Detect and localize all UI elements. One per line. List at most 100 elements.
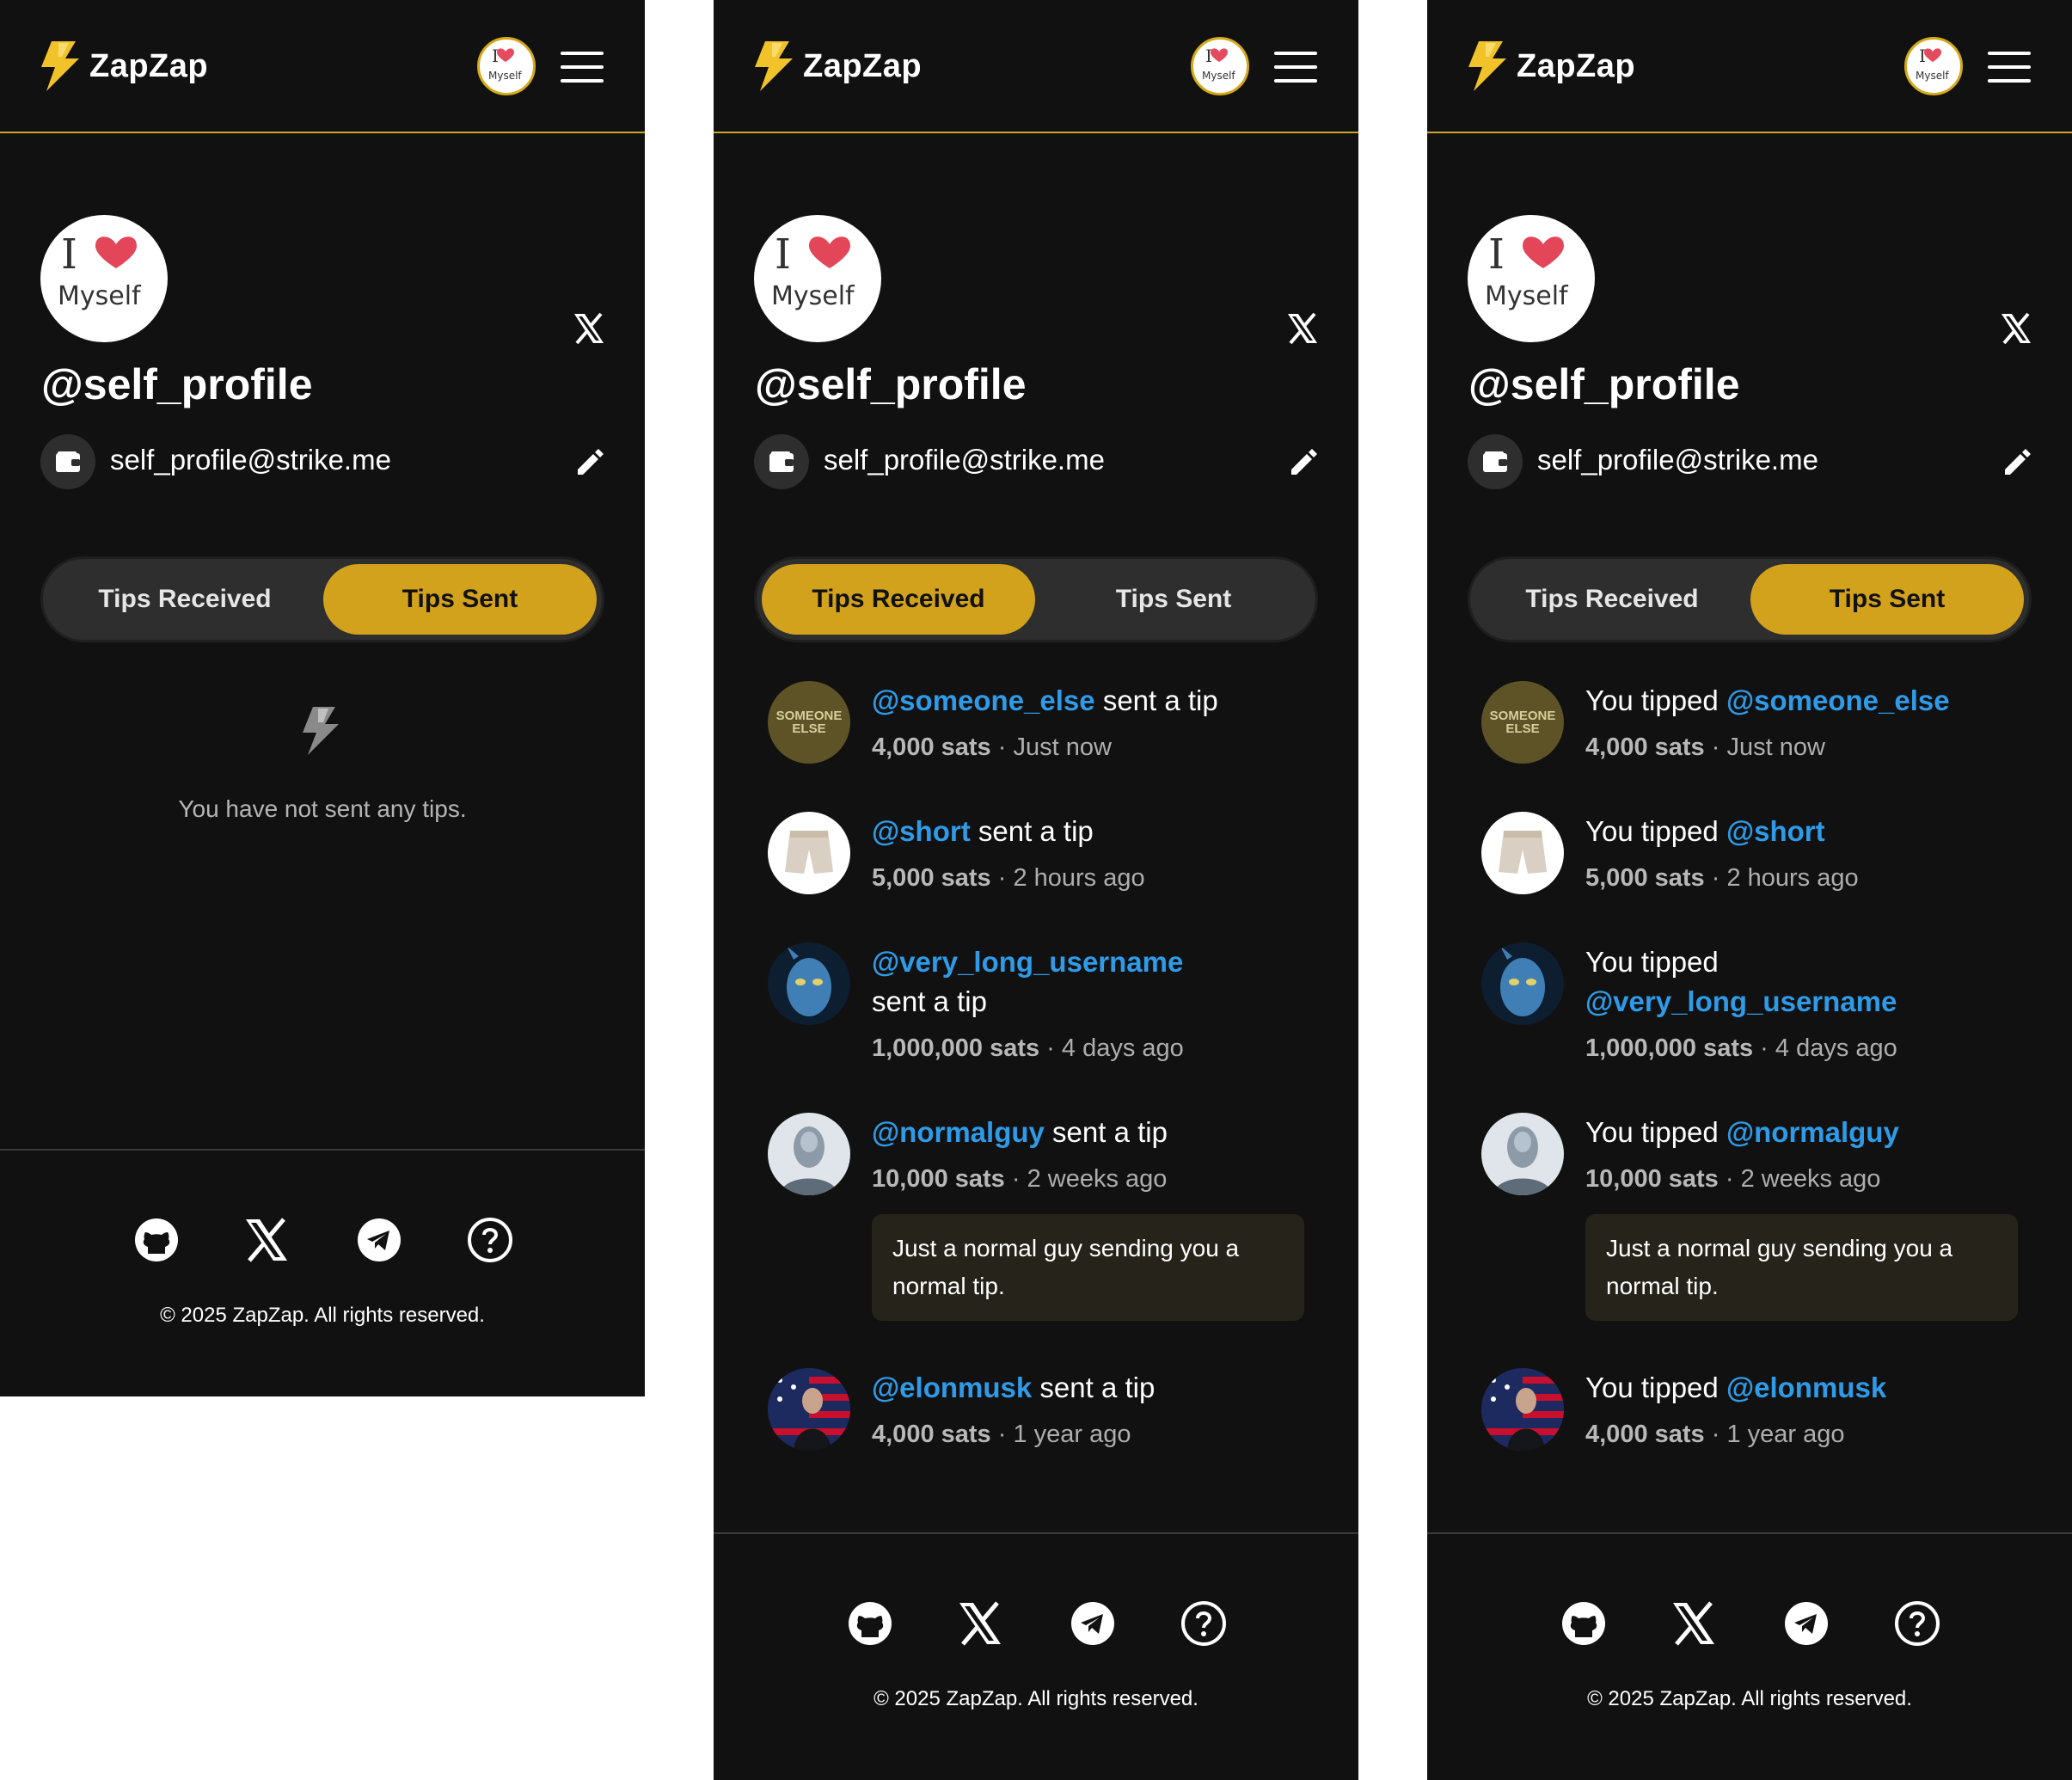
tip-time: 1 year ago xyxy=(1013,1421,1131,1448)
x-icon[interactable] xyxy=(572,311,606,346)
help-icon[interactable] xyxy=(1893,1599,1941,1648)
tab-tips-sent[interactable]: Tips Sent xyxy=(323,564,597,635)
shorts-avatar[interactable] xyxy=(1481,812,1564,894)
copyright: © 2025 ZapZap. All rights reserved. xyxy=(874,1687,1198,1710)
app-name: ZapZap xyxy=(1517,47,1636,84)
logo[interactable]: ZapZap xyxy=(40,41,208,91)
tip-amount: 4,000 sats xyxy=(1585,1421,1705,1448)
x-icon[interactable] xyxy=(1999,311,2033,346)
github-icon[interactable] xyxy=(846,1599,894,1648)
github-icon[interactable] xyxy=(132,1216,181,1264)
humanoid-avatar[interactable] xyxy=(1481,1113,1564,1195)
x-icon[interactable] xyxy=(956,1599,1004,1648)
tip-username-link[interactable]: @very_long_username xyxy=(1585,985,1897,1017)
humanoid-avatar[interactable] xyxy=(768,1113,850,1195)
tip-amount: 5,000 sats xyxy=(1585,864,1705,892)
x-icon[interactable] xyxy=(1670,1599,1718,1648)
wallet-address: self_profile@strike.me xyxy=(110,444,391,476)
svg-text:I: I xyxy=(1919,46,1926,66)
tip-amount: 1,000,000 sats xyxy=(872,1034,1040,1062)
x-icon[interactable] xyxy=(242,1216,291,1264)
empty-state-message: You have not sent any tips. xyxy=(178,795,467,822)
flag-avatar[interactable] xyxy=(768,1368,850,1451)
someone-else-avatar[interactable]: SOMEONE ELSE xyxy=(768,681,850,764)
avatar-text: SOMEONE ELSE xyxy=(1489,709,1556,736)
tip-username-link[interactable]: @short xyxy=(872,815,971,847)
tab-tips-received[interactable]: Tips Received xyxy=(48,564,322,635)
help-icon[interactable] xyxy=(466,1216,514,1264)
logo[interactable]: ZapZap xyxy=(1467,41,1635,91)
someone-else-avatar[interactable]: SOMEONE ELSE xyxy=(1481,681,1564,764)
x-icon[interactable] xyxy=(1285,311,1320,346)
footer: © 2025 ZapZap. All rights reserved. xyxy=(0,1149,645,1396)
menu-icon[interactable] xyxy=(1274,50,1319,84)
wallet-address: self_profile@strike.me xyxy=(1537,444,1818,476)
tip-amount: 10,000 sats xyxy=(872,1165,1005,1193)
copyright: © 2025 ZapZap. All rights reserved. xyxy=(1587,1687,1912,1710)
avatar-text: SOMEONE ELSE xyxy=(775,709,843,736)
i-love-myself-avatar-icon: I Myself xyxy=(1202,46,1235,82)
i-love-myself-image: IMyself xyxy=(58,230,142,311)
tip-time: 2 weeks ago xyxy=(1027,1165,1168,1193)
profile-panel-empty: ZapZap I Myself I Myself @self_profile sel… xyxy=(0,0,645,1396)
svg-text:I: I xyxy=(61,230,77,279)
profile-panel-received: ZapZap I Myself I Myself @self_profile sel… xyxy=(714,0,1358,1780)
svg-text:Myself: Myself xyxy=(1916,70,1949,82)
wallet-icon xyxy=(40,434,95,489)
svg-text:I: I xyxy=(775,230,791,279)
tab-tips-received[interactable]: Tips Received xyxy=(762,564,1035,635)
telegram-icon[interactable] xyxy=(355,1216,403,1264)
blue-alien-avatar[interactable] xyxy=(768,942,850,1025)
wallet-icon xyxy=(754,434,809,489)
github-icon[interactable] xyxy=(1560,1599,1608,1648)
tip-time: 4 days ago xyxy=(1775,1034,1897,1062)
svg-text:I: I xyxy=(1488,230,1505,279)
telegram-icon[interactable] xyxy=(1069,1599,1117,1648)
wallet-address: self_profile@strike.me xyxy=(824,444,1105,476)
edit-pencil-icon[interactable] xyxy=(1288,445,1321,478)
tab-tips-received[interactable]: Tips Received xyxy=(1475,564,1749,635)
header-avatar[interactable]: I Myself xyxy=(1904,37,1963,95)
tip-amount: 1,000,000 sats xyxy=(1585,1034,1754,1062)
app-header: ZapZap I Myself xyxy=(714,0,1358,133)
edit-pencil-icon[interactable] xyxy=(574,445,607,478)
header-avatar[interactable]: I Myself xyxy=(477,37,536,95)
tip-time: 2 hours ago xyxy=(1726,864,1859,892)
lightning-bolt-icon xyxy=(41,41,79,91)
tip-username-link[interactable]: @elonmusk xyxy=(872,1372,1032,1403)
tip-action-text: You tipped xyxy=(1585,1116,1719,1148)
svg-text:Myself: Myself xyxy=(58,281,142,311)
svg-text:Myself: Myself xyxy=(771,281,855,311)
tip-username-link[interactable]: @someone_else xyxy=(872,684,1095,716)
svg-text:I: I xyxy=(1205,46,1212,66)
tip-message: Just a normal guy sending you a normal t… xyxy=(1585,1214,2018,1321)
tip-amount: 4,000 sats xyxy=(1585,733,1705,761)
tab-tips-sent[interactable]: Tips Sent xyxy=(1750,564,2024,635)
telegram-icon[interactable] xyxy=(1782,1599,1830,1648)
tips-tab-switcher: Tips Received Tips Sent xyxy=(1468,556,2032,642)
i-love-myself-image: IMyself xyxy=(771,230,855,311)
tip-time: Just now xyxy=(1726,733,1825,761)
menu-icon[interactable] xyxy=(561,50,605,84)
menu-icon[interactable] xyxy=(1988,50,2032,84)
flag-avatar[interactable] xyxy=(1481,1368,1564,1451)
tab-tips-sent[interactable]: Tips Sent xyxy=(1037,564,1310,635)
header-avatar[interactable]: I Myself xyxy=(1191,37,1249,95)
copyright: © 2025 ZapZap. All rights reserved. xyxy=(160,1304,485,1327)
shorts-avatar[interactable] xyxy=(768,812,850,894)
tip-username-link[interactable]: @very_long_username xyxy=(872,946,1183,978)
blue-alien-avatar[interactable] xyxy=(1481,942,1564,1025)
tip-action-text: You tipped xyxy=(1585,684,1719,716)
tip-username-link[interactable]: @normalguy xyxy=(872,1116,1045,1148)
tip-username-link[interactable]: @elonmusk xyxy=(1726,1372,1886,1403)
tip-username-link[interactable]: @normalguy xyxy=(1726,1116,1899,1148)
help-icon[interactable] xyxy=(1180,1599,1228,1648)
tip-action-text: You tipped xyxy=(1585,946,1719,978)
app-header: ZapZap I Myself xyxy=(0,0,645,133)
edit-pencil-icon[interactable] xyxy=(2002,445,2034,478)
tip-username-link[interactable]: @short xyxy=(1726,815,1825,847)
svg-text:Myself: Myself xyxy=(1202,70,1235,82)
tip-username-link[interactable]: @someone_else xyxy=(1726,684,1950,716)
logo[interactable]: ZapZap xyxy=(753,41,922,91)
tip-action-text: sent a tip xyxy=(1052,1116,1168,1148)
